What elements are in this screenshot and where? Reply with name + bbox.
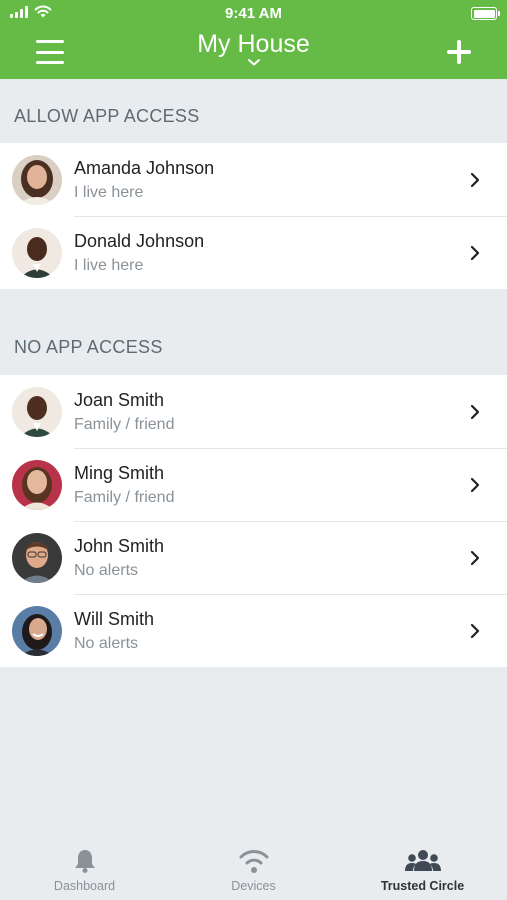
row-text: Ming Smith Family / friend xyxy=(74,463,174,507)
no-access-list: Joan Smith Family / friend Ming Smith Fa… xyxy=(0,375,507,667)
person-name: John Smith xyxy=(74,536,165,556)
wifi-icon xyxy=(239,850,268,873)
people-group-icon xyxy=(404,850,441,871)
row-body: Amanda Johnson I live here xyxy=(74,143,507,216)
section-header-no-access: NO APP ACCESS xyxy=(14,337,163,357)
row-body: Will Smith No alerts xyxy=(74,594,507,667)
status-bar: 9:41 AM xyxy=(0,0,507,28)
row-text: Will Smith No alerts xyxy=(74,609,154,653)
person-name: Will Smith xyxy=(74,609,154,629)
person-name: Joan Smith xyxy=(74,389,165,410)
person-row[interactable]: Amanda Johnson I live here xyxy=(0,143,507,216)
chevron-right-icon xyxy=(470,245,480,261)
person-subtitle: I live here xyxy=(74,257,144,274)
tab-label: Trusted Circle xyxy=(380,879,465,893)
chevron-right-icon xyxy=(470,404,480,419)
person-subtitle: Family / friend xyxy=(74,489,175,506)
add-person-button[interactable] xyxy=(447,40,471,64)
battery-icon xyxy=(471,7,500,20)
person-name: Donald Johnson xyxy=(74,231,205,251)
avatar xyxy=(12,459,62,510)
avatar xyxy=(12,386,62,437)
tab-label: Dashboard xyxy=(53,879,116,893)
allow-access-list: Amanda Johnson I live here Donald Johnso… xyxy=(0,143,507,289)
avatar xyxy=(12,227,62,278)
tab-devices[interactable]: Devices xyxy=(169,836,338,900)
status-time: 9:41 AM xyxy=(225,5,282,22)
section-header-allow-access: ALLOW APP ACCESS xyxy=(14,106,200,126)
bell-icon xyxy=(74,850,95,873)
person-subtitle: No alerts xyxy=(74,635,139,652)
chevron-right-icon xyxy=(470,477,480,493)
house-selector[interactable]: My House xyxy=(0,30,507,67)
person-name: Ming Smith xyxy=(74,463,165,483)
person-row[interactable]: Donald Johnson I live here xyxy=(0,216,507,289)
app-header: 9:41 AM My House xyxy=(0,0,507,79)
row-text: Amanda Johnson I live here xyxy=(74,158,214,202)
chevron-right-icon xyxy=(470,623,480,639)
person-row[interactable]: John Smith No alerts xyxy=(0,521,507,594)
tab-label: Devices xyxy=(231,879,276,893)
avatar xyxy=(12,532,62,583)
row-text: John Smith No alerts xyxy=(74,536,164,580)
row-body: Donald Johnson I live here xyxy=(74,216,507,289)
row-body: John Smith No alerts xyxy=(74,521,507,594)
avatar xyxy=(12,605,62,656)
chevron-right-icon xyxy=(470,172,480,187)
person-row[interactable]: Ming Smith Family / friend xyxy=(0,448,507,521)
person-row[interactable]: Joan Smith Family / friend xyxy=(0,375,507,448)
chevron-right-icon xyxy=(470,550,480,566)
row-body: Ming Smith Family / friend xyxy=(74,448,507,521)
person-subtitle: Family / friend xyxy=(74,415,175,433)
person-row[interactable]: Will Smith No alerts xyxy=(0,594,507,667)
row-text: Joan Smith Family / friend xyxy=(74,390,174,434)
tab-bar: Dashboard Devices Trusted Circle xyxy=(0,836,507,900)
page-title: My House xyxy=(197,30,310,58)
person-name: Amanda Johnson xyxy=(74,157,215,178)
person-subtitle: I live here xyxy=(74,183,144,201)
row-text: Donald Johnson I live here xyxy=(74,231,204,275)
row-body: Joan Smith Family / friend xyxy=(74,375,507,448)
avatar xyxy=(12,154,62,205)
person-subtitle: No alerts xyxy=(74,562,139,579)
tab-trusted-circle[interactable]: Trusted Circle xyxy=(338,836,507,900)
tab-dashboard[interactable]: Dashboard xyxy=(0,836,169,900)
